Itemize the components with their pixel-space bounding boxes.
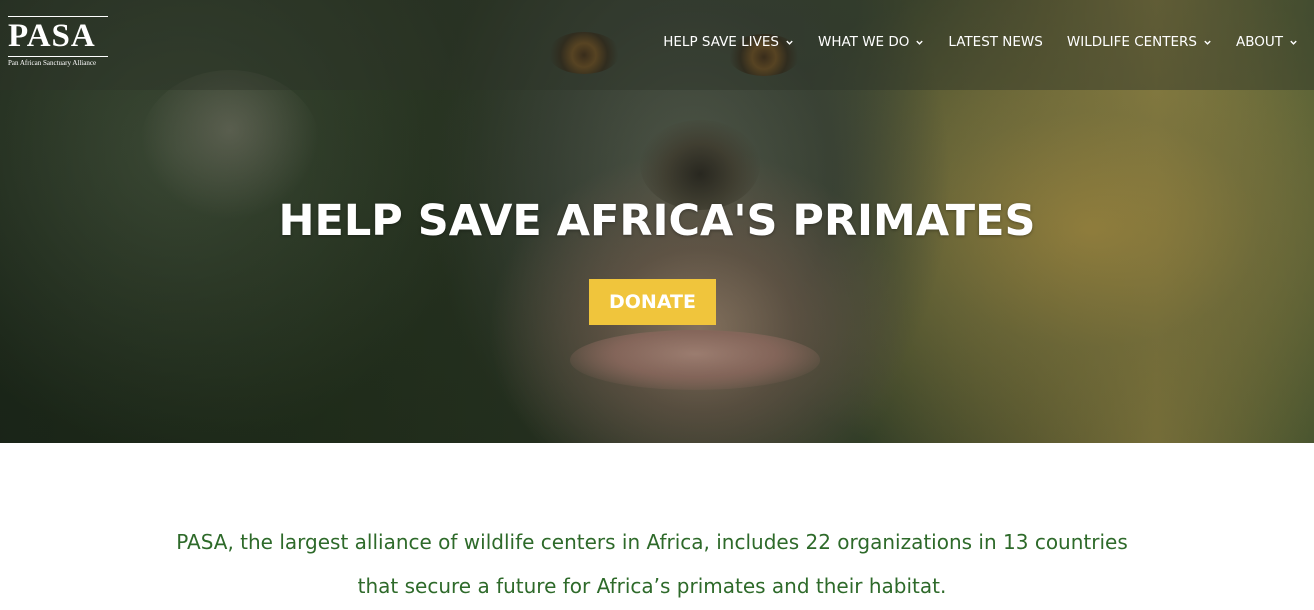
nav-item-latest-news[interactable]: LATEST NEWS [948, 33, 1042, 51]
intro-line-2: that secure a future for Africa’s primat… [357, 574, 947, 598]
top-navbar: PASA Pan African Sanctuary Alliance HELP… [0, 0, 1314, 90]
nav-item-wildlife-centers[interactable]: WILDLIFE CENTERS [1067, 33, 1212, 51]
logo-tagline: Pan African Sanctuary Alliance [8, 59, 97, 67]
logo-rule-bottom [8, 56, 108, 57]
nav-item-help-save-lives[interactable]: HELP SAVE LIVES [663, 33, 794, 51]
intro-section: PASA, the largest alliance of wildlife c… [100, 520, 1204, 608]
logo-wordmark: PASA [8, 18, 96, 54]
donate-button[interactable]: DONATE [589, 279, 716, 325]
nav-item-what-we-do[interactable]: WHAT WE DO [818, 33, 924, 51]
intro-line-1: PASA, the largest alliance of wildlife c… [176, 530, 1128, 554]
hero-title: HELP SAVE AFRICA'S PRIMATES [278, 196, 1036, 246]
nav-item-label: WHAT WE DO [817, 34, 910, 50]
nav-item-about[interactable]: ABOUT [1236, 33, 1298, 51]
chevron-down-icon [786, 40, 793, 45]
pasa-logo[interactable]: PASA Pan African Sanctuary Alliance [8, 16, 108, 70]
logo-rule-top [8, 16, 108, 17]
hero-banner: PASA Pan African Sanctuary Alliance HELP… [0, 0, 1314, 443]
main-nav: HELP SAVE LIVES WHAT WE DO LATEST NEWS W… [663, 33, 1298, 51]
nav-item-label: ABOUT [1235, 34, 1283, 50]
chevron-down-icon [1204, 40, 1211, 45]
chevron-down-icon [916, 40, 924, 45]
nav-item-label: WILDLIFE CENTERS [1066, 34, 1197, 50]
nav-item-label: HELP SAVE LIVES [663, 34, 779, 50]
nav-item-label: LATEST NEWS [948, 34, 1043, 50]
chevron-down-icon [1290, 40, 1297, 45]
